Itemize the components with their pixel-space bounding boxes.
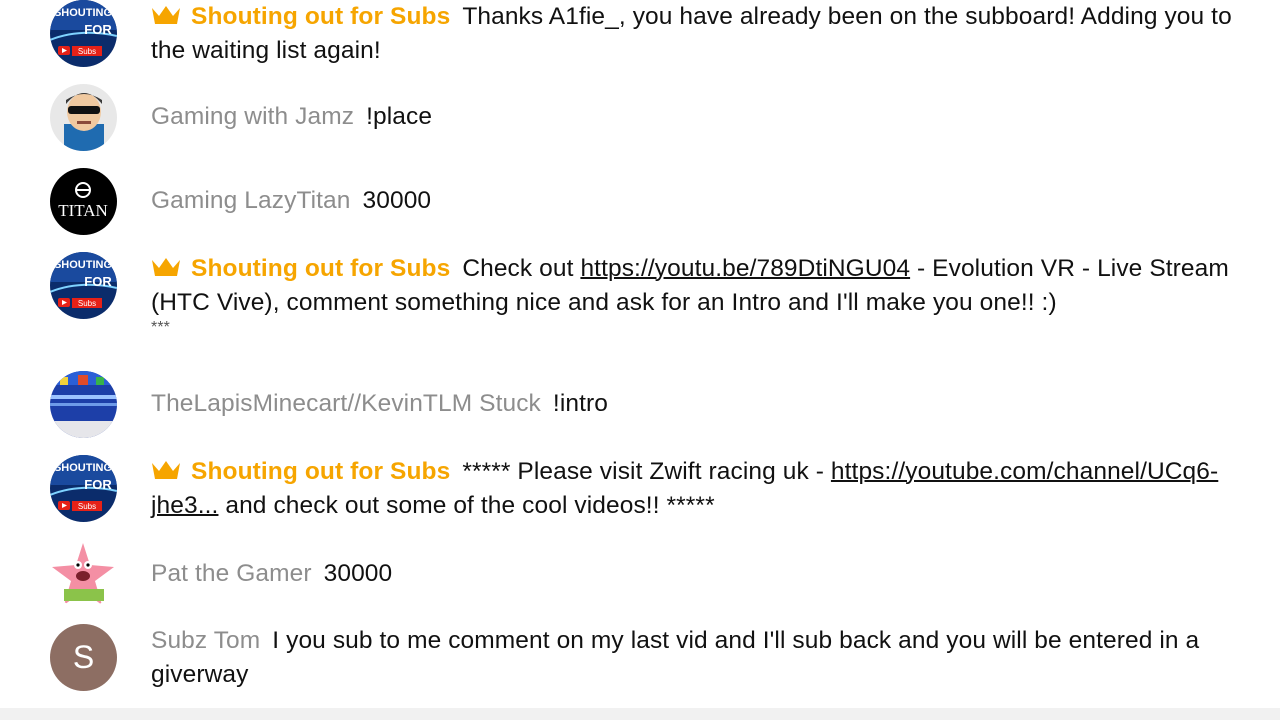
message-body: Gaming LazyTitan 30000: [151, 184, 1256, 218]
message-text: 30000: [323, 560, 393, 587]
author-name[interactable]: Gaming LazyTitan: [151, 187, 351, 214]
moderator-crown-icon: [152, 258, 180, 276]
message-link[interactable]: https://youtu.be/789DtiNGU04: [580, 255, 910, 282]
chat-message: SHOUTING FOR Subs Shouting out for Subs *…: [0, 455, 1280, 525]
message-body: TheLapisMinecart//KevinTLM Stuck !intro: [151, 387, 1256, 421]
author-name[interactable]: Shouting out for Subs: [191, 3, 450, 30]
svg-text:FOR: FOR: [84, 477, 112, 492]
message-text: I you sub to me comment on my last vid a…: [151, 627, 1200, 688]
titan-avatar[interactable]: TITAN: [50, 168, 117, 235]
author-name[interactable]: TheLapisMinecart//KevinTLM Stuck: [151, 390, 541, 417]
chat-message: SHOUTING FOR Subs Shouting out for Subs C…: [0, 252, 1280, 352]
message-text: Check out: [462, 255, 581, 282]
svg-text:SHOUTING: SHOUTING: [54, 259, 112, 271]
svg-text:TITAN: TITAN: [58, 201, 108, 220]
author-name[interactable]: Gaming with Jamz: [151, 103, 354, 130]
message-trailing-text: ***: [151, 319, 170, 336]
message-text: !intro: [552, 390, 608, 417]
svg-text:SHOUTING: SHOUTING: [54, 7, 112, 19]
chat-input-bar[interactable]: [0, 708, 1280, 720]
chat-message: Gaming with Jamz !place: [0, 84, 1280, 151]
message-text: !place: [366, 103, 433, 130]
svg-text:Subs: Subs: [78, 47, 96, 56]
svg-text:FOR: FOR: [84, 22, 112, 37]
chat-message: S Subz Tom I you sub to me comment on my …: [0, 624, 1280, 708]
message-body: Shouting out for Subs Check out https://y…: [151, 252, 1256, 336]
svg-text:S: S: [73, 639, 94, 675]
author-name[interactable]: Subz Tom: [151, 627, 260, 654]
moderator-crown-icon: [152, 461, 180, 479]
shouting-out-for-subs-avatar[interactable]: SHOUTING FOR Subs: [50, 0, 117, 67]
author-name[interactable]: Shouting out for Subs: [191, 458, 450, 485]
author-name[interactable]: Pat the Gamer: [151, 560, 312, 587]
message-body: Shouting out for Subs Thanks A1fie_, you …: [151, 0, 1256, 68]
message-body: Pat the Gamer 30000: [151, 557, 1256, 591]
chat-message: TITAN Gaming LazyTitan 30000: [0, 168, 1280, 235]
svg-text:Subs: Subs: [78, 502, 96, 511]
shouting-out-for-subs-avatar[interactable]: SHOUTING FOR Subs: [50, 252, 117, 319]
message-body: Shouting out for Subs ***** Please visit …: [151, 455, 1256, 523]
message-body: Subz Tom I you sub to me comment on my la…: [151, 624, 1256, 692]
message-text: 30000: [362, 187, 432, 214]
lapis-minecart-avatar[interactable]: [50, 371, 117, 438]
author-name[interactable]: Shouting out for Subs: [191, 255, 450, 282]
message-text: and check out some of the cool videos!! …: [218, 492, 715, 519]
shouting-out-for-subs-avatar[interactable]: SHOUTING FOR Subs: [50, 455, 117, 522]
message-text: ***** Please visit Zwift racing uk -: [462, 458, 831, 485]
svg-text:SHOUTING: SHOUTING: [54, 462, 112, 474]
chat-message: TheLapisMinecart//KevinTLM Stuck !intro: [0, 371, 1280, 438]
jamz-avatar[interactable]: [50, 84, 117, 151]
svg-text:Subs: Subs: [78, 299, 96, 308]
svg-text:FOR: FOR: [84, 274, 112, 289]
chat-message: SHOUTING FOR Subs Shouting out for Subs T…: [0, 0, 1280, 70]
chat-message: Pat the Gamer 30000: [0, 541, 1280, 608]
letter-s-avatar[interactable]: S: [50, 624, 117, 691]
message-body: Gaming with Jamz !place: [151, 100, 1256, 134]
patrick-star-avatar[interactable]: [50, 541, 117, 608]
live-chat-list[interactable]: SHOUTING FOR Subs Shouting out for Subs T…: [0, 0, 1280, 708]
moderator-crown-icon: [152, 6, 180, 24]
